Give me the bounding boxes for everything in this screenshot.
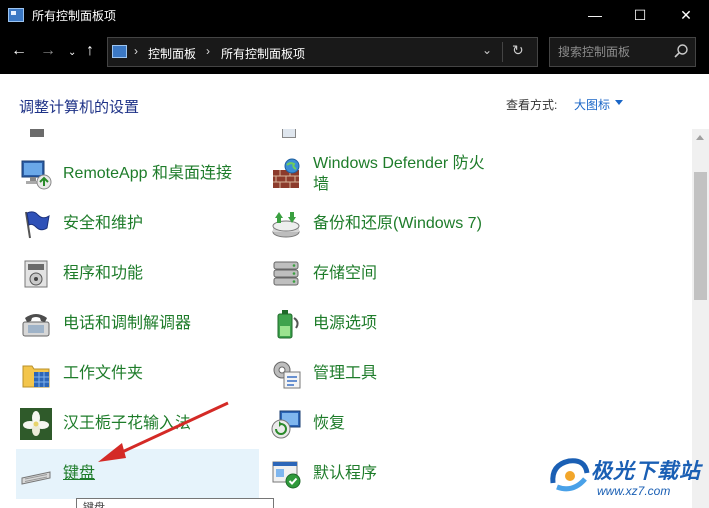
control-panel-icon [8, 8, 24, 22]
item-label: 存储空间 [313, 265, 378, 282]
search-box[interactable] [549, 37, 696, 67]
title-bar: 所有控制面板项 — ☐ ✕ [0, 0, 709, 30]
item-label: 默认程序 [313, 465, 378, 482]
control-panel-icon [112, 45, 127, 58]
item-label-line1: Windows Defender 防火 [313, 155, 485, 172]
remote-desktop-icon [21, 160, 52, 190]
item-default-programs[interactable]: 默认程序 [266, 449, 526, 499]
up-button[interactable]: ↑ [86, 41, 94, 61]
address-dropdown-button[interactable]: ⌄ [482, 43, 492, 57]
item-label: 汉王栀子花输入法 [63, 415, 192, 432]
keyboard-icon [21, 471, 51, 485]
breadcrumb-separator[interactable]: › [134, 44, 138, 58]
back-button[interactable]: ← [11, 41, 27, 61]
item-programs-features[interactable]: 程序和功能 [16, 249, 256, 299]
power-icon [277, 310, 299, 339]
search-input[interactable] [550, 38, 670, 66]
forward-button[interactable]: → [40, 41, 56, 61]
flower-icon [20, 408, 52, 440]
item-remoteapp[interactable]: RemoteApp 和桌面连接 [16, 149, 256, 199]
item-label-line2: 墙 [313, 176, 330, 193]
backup-icon [272, 212, 300, 238]
navigation-bar: ← → ⌄ ↑ › 控制面板 › 所有控制面板项 ⌄ ↻ [0, 30, 709, 74]
item-label: 键盘 [63, 465, 96, 482]
recent-locations-button[interactable]: ⌄ [68, 43, 76, 63]
item-work-folders[interactable]: 工作文件夹 [16, 349, 256, 399]
partial-item-icon [30, 129, 44, 137]
page-title: 调整计算机的设置 [19, 99, 140, 116]
view-by-dropdown[interactable]: 大图标 [574, 96, 610, 113]
item-label: RemoteApp 和桌面连接 [63, 165, 232, 182]
item-storage-spaces[interactable]: 存储空间 [266, 249, 526, 299]
phone-modem-icon [22, 314, 50, 337]
item-label: 恢复 [313, 415, 346, 432]
item-recovery[interactable]: 恢复 [266, 399, 526, 449]
breadcrumb-control-panel[interactable]: 控制面板 [148, 45, 196, 62]
scrollbar-thumb[interactable] [694, 172, 707, 300]
refresh-button[interactable]: ↻ [512, 42, 524, 59]
default-programs-icon [272, 461, 301, 489]
maximize-button[interactable]: ☐ [617, 0, 663, 30]
recovery-icon [271, 410, 301, 439]
close-button[interactable]: ✕ [663, 0, 709, 30]
work-folders-icon [22, 365, 50, 388]
item-keyboard[interactable]: 键盘 [16, 449, 259, 499]
breadcrumb-all-items[interactable]: 所有控制面板项 [221, 45, 305, 62]
item-label: 备份和还原(Windows 7) [313, 215, 482, 232]
item-label: 电话和调制解调器 [63, 315, 192, 332]
item-label: 电源选项 [313, 315, 378, 332]
item-label: 安全和维护 [63, 215, 144, 232]
tooltip: 键盘 [76, 498, 274, 508]
minimize-button[interactable]: — [572, 0, 618, 30]
watermark-logo-icon [550, 458, 590, 492]
item-label: 程序和功能 [63, 265, 144, 282]
item-phone-modem[interactable]: 电话和调制解调器 [16, 299, 256, 349]
item-label: 管理工具 [313, 365, 378, 382]
window-title: 所有控制面板项 [32, 9, 117, 23]
admin-tools-icon [273, 361, 301, 389]
address-bar[interactable]: › 控制面板 › 所有控制面板项 ⌄ ↻ [107, 37, 538, 67]
item-label: 工作文件夹 [63, 365, 144, 382]
item-hanwang-ime[interactable]: 汉王栀子花输入法 [16, 399, 256, 449]
watermark-url: www.xz7.com [597, 484, 671, 498]
watermark: 极光下载站 www.xz7.com [545, 451, 705, 505]
item-backup-restore[interactable]: 备份和还原(Windows 7) [266, 199, 526, 249]
watermark-title: 极光下载站 [591, 460, 701, 483]
partial-item-icon [282, 129, 296, 138]
item-admin-tools[interactable]: 管理工具 [266, 349, 526, 399]
programs-icon [24, 260, 48, 288]
page-header: 调整计算机的设置 查看方式: 大图标 [0, 74, 709, 129]
storage-icon [273, 261, 299, 286]
flag-icon [25, 211, 50, 239]
search-icon[interactable] [673, 43, 689, 59]
breadcrumb-separator[interactable]: › [206, 44, 210, 58]
item-security-maintenance[interactable]: 安全和维护 [16, 199, 256, 249]
item-power-options[interactable]: 电源选项 [266, 299, 526, 349]
view-by-label: 查看方式: [506, 98, 558, 112]
firewall-icon [273, 158, 300, 188]
chevron-down-icon[interactable] [615, 100, 623, 105]
address-divider [502, 42, 503, 62]
item-windows-defender-firewall[interactable]: Windows Defender 防火 墙 [266, 149, 526, 199]
scroll-up-arrow-icon[interactable] [696, 135, 704, 140]
